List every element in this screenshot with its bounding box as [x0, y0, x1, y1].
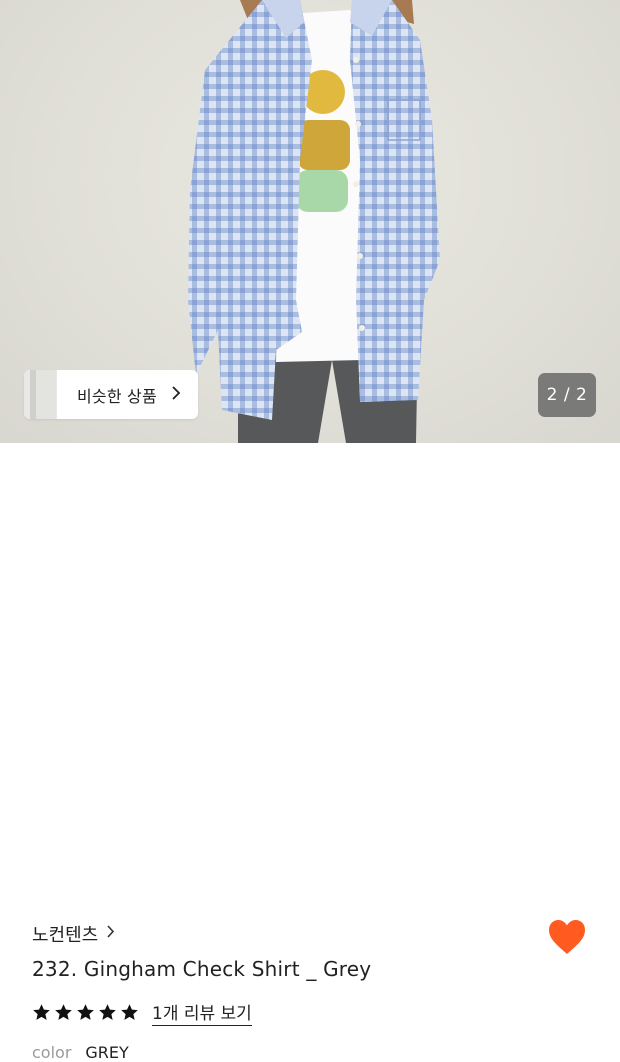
product-title: 232. Gingham Check Shirt _ Grey [32, 957, 372, 981]
product-image-gallery[interactable]: 비슷한 상품 2 / 2 [0, 0, 620, 443]
brand-name: 노컨텐츠 [32, 925, 99, 946]
star-icon [33, 1004, 50, 1020]
star-icon [99, 1004, 116, 1020]
color-option: color GREY [32, 1043, 129, 1062]
star-icon [55, 1004, 72, 1020]
brand-link[interactable]: 노컨텐츠 [32, 921, 115, 947]
color-option-value: GREY [85, 1043, 129, 1062]
rating-row: 1개 리뷰 보기 [32, 999, 252, 1026]
color-option-label: color [32, 1043, 72, 1062]
similar-products-button[interactable]: 비슷한 상품 [24, 370, 198, 419]
star-icon [121, 1004, 138, 1020]
similar-products-thumbnail [24, 370, 57, 419]
product-info: 노컨텐츠 232. Gingham Check Shirt _ Grey 1개 … [0, 443, 620, 1062]
similar-products-label: 비슷한 상품 [77, 386, 157, 406]
heart-icon[interactable] [547, 918, 587, 956]
image-page-counter: 2 / 2 [538, 373, 596, 417]
review-link[interactable]: 1개 리뷰 보기 [152, 999, 252, 1026]
chevron-right-icon [171, 385, 181, 405]
chevron-right-icon [106, 924, 115, 944]
star-icon [77, 1004, 94, 1020]
